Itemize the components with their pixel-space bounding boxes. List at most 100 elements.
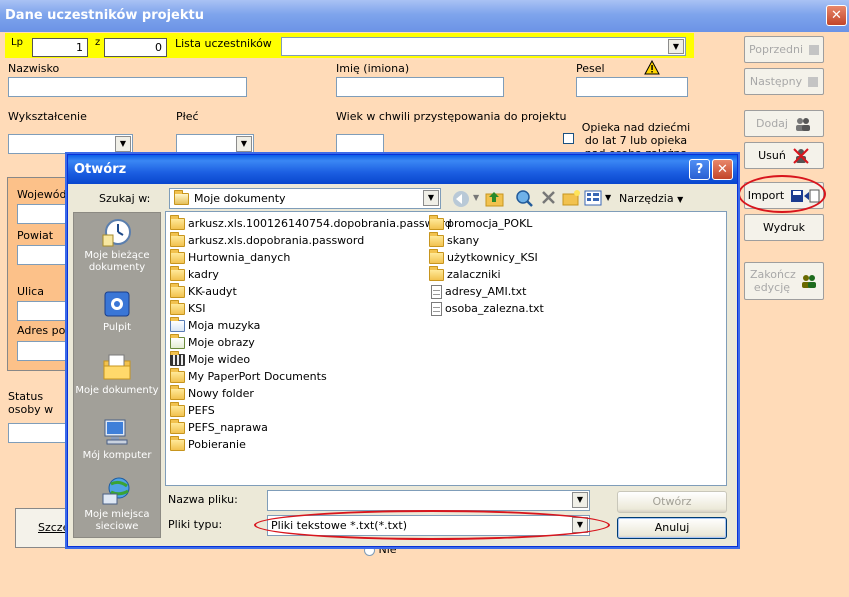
place-recent[interactable]: Moje bieżące dokumenty bbox=[74, 217, 160, 274]
first-name-label: Imię (imiona) bbox=[336, 62, 410, 75]
network-icon bbox=[102, 477, 130, 505]
file-name: My PaperPort Documents bbox=[188, 370, 327, 383]
z-input[interactable]: 0 bbox=[104, 38, 167, 57]
close-icon: ✕ bbox=[717, 162, 728, 177]
age-input[interactable] bbox=[336, 134, 384, 154]
care-checkbox[interactable] bbox=[563, 133, 574, 144]
delete-icon[interactable] bbox=[541, 190, 556, 205]
file-name: PEFS bbox=[188, 404, 215, 417]
list-item[interactable]: adresy_AMI.txt bbox=[431, 283, 526, 300]
filetype-label: Pliki typu: bbox=[168, 518, 223, 531]
list-item[interactable]: zalaczniki bbox=[429, 265, 501, 283]
gender-combo[interactable]: ▼ bbox=[176, 134, 254, 154]
education-label: Wykształcenie bbox=[8, 110, 87, 123]
file-name: Pobieranie bbox=[188, 438, 246, 451]
list-item[interactable]: PEFS bbox=[170, 401, 215, 419]
place-desktop[interactable]: Pulpit bbox=[74, 289, 160, 334]
list-item[interactable]: Moje wideo bbox=[170, 350, 250, 368]
stop-square-icon bbox=[809, 44, 820, 55]
dialog-close-button[interactable]: ✕ bbox=[712, 159, 733, 180]
help-icon: ? bbox=[695, 162, 704, 177]
warning-icon bbox=[644, 60, 660, 75]
list-item[interactable]: skany bbox=[429, 231, 479, 249]
pictures-folder-icon bbox=[170, 333, 185, 349]
place-my-computer[interactable]: Mój komputer bbox=[74, 417, 160, 462]
status-input[interactable] bbox=[8, 423, 68, 443]
folder-icon bbox=[429, 214, 444, 230]
look-in-combo[interactable]: Moje dokumenty ▼ bbox=[169, 188, 441, 209]
filename-label: Nazwa pliku: bbox=[168, 493, 238, 506]
list-item[interactable]: promocja_POKL bbox=[429, 214, 532, 232]
folder-icon bbox=[170, 384, 185, 400]
chevron-down-icon[interactable]: ▼ bbox=[236, 136, 252, 152]
users-icon bbox=[802, 275, 816, 288]
new-folder-icon[interactable] bbox=[562, 189, 581, 207]
county-label: Powiat bbox=[17, 229, 54, 242]
up-folder-icon[interactable] bbox=[485, 189, 505, 208]
list-item[interactable]: PEFS_naprawa bbox=[170, 418, 268, 436]
window-close-button[interactable]: ✕ bbox=[826, 5, 847, 26]
search-web-icon[interactable] bbox=[515, 189, 533, 208]
back-dropdown-icon[interactable]: ▼ bbox=[473, 193, 479, 202]
print-label: Wydruk bbox=[762, 221, 806, 234]
look-in-label: Szukaj w: bbox=[99, 192, 151, 205]
finish-edit-button[interactable]: Zakończ edycję bbox=[744, 262, 824, 300]
recent-documents-icon bbox=[102, 219, 131, 247]
list-item[interactable]: My PaperPort Documents bbox=[170, 367, 327, 385]
previous-button[interactable]: Poprzedni bbox=[744, 36, 824, 63]
list-item[interactable]: Hurtownia_danych bbox=[170, 248, 290, 266]
place-my-computer-label: Mój komputer bbox=[82, 450, 152, 461]
delete-button[interactable]: Usuń bbox=[744, 142, 824, 169]
file-name: Moja muzyka bbox=[188, 319, 261, 332]
delete-label: Usuń bbox=[758, 149, 786, 162]
views-dropdown-icon[interactable]: ▼ bbox=[605, 193, 611, 202]
folder-icon bbox=[170, 282, 185, 298]
add-button[interactable]: Dodaj bbox=[744, 110, 824, 137]
lp-input[interactable]: 1 bbox=[32, 38, 88, 57]
tools-menu[interactable]: Narzędzia ▼ bbox=[619, 192, 683, 205]
list-item[interactable]: KK-audyt bbox=[170, 282, 237, 300]
help-button[interactable]: ? bbox=[689, 159, 710, 180]
text-file-icon bbox=[431, 301, 442, 316]
first-name-input[interactable] bbox=[336, 77, 504, 97]
list-item[interactable]: Moje obrazy bbox=[170, 333, 255, 351]
places-bar: Moje bieżące dokumenty Pulpit Moje dokum… bbox=[73, 212, 161, 538]
list-item[interactable]: Moja muzyka bbox=[170, 316, 261, 334]
list-item[interactable]: arkusz.xls.100126140754.dopobrania.passw… bbox=[170, 214, 452, 232]
file-name: zalaczniki bbox=[447, 268, 501, 281]
list-item[interactable]: KSI bbox=[170, 299, 205, 317]
place-my-documents[interactable]: Moje dokumenty bbox=[74, 352, 160, 397]
chevron-down-icon[interactable]: ▼ bbox=[668, 39, 684, 54]
views-icon[interactable] bbox=[584, 190, 602, 206]
list-item[interactable]: arkusz.xls.dopobrania.password bbox=[170, 231, 364, 249]
surname-input[interactable] bbox=[8, 77, 247, 97]
back-icon[interactable] bbox=[452, 190, 470, 208]
list-item[interactable]: Pobieranie bbox=[170, 435, 246, 453]
desktop-icon bbox=[104, 291, 130, 317]
open-dialog: Otwórz ? ✕ Szukaj w: Moje dokumenty ▼ ▼ … bbox=[67, 154, 738, 547]
list-item[interactable]: użytkownicy_KSI bbox=[429, 248, 538, 266]
open-button[interactable]: Otwórz bbox=[617, 491, 727, 513]
list-item[interactable]: kadry bbox=[170, 265, 219, 283]
education-combo[interactable]: ▼ bbox=[8, 134, 133, 154]
file-name: Moje obrazy bbox=[188, 336, 255, 349]
filename-input[interactable]: ▼ bbox=[267, 490, 590, 511]
list-item[interactable]: osoba_zalezna.txt bbox=[431, 300, 544, 317]
details-button[interactable]: Szczegóły bbox=[15, 508, 93, 548]
chevron-down-icon[interactable]: ▼ bbox=[115, 136, 131, 152]
chevron-down-icon[interactable]: ▼ bbox=[572, 492, 588, 508]
cancel-button[interactable]: Anuluj bbox=[617, 517, 727, 539]
place-network[interactable]: Moje miejsca sieciowe bbox=[74, 476, 160, 533]
look-in-value: Moje dokumenty bbox=[194, 192, 286, 205]
pesel-input[interactable] bbox=[576, 77, 688, 97]
list-item[interactable]: Nowy folder bbox=[170, 384, 254, 402]
next-label: Następny bbox=[749, 75, 803, 88]
next-button[interactable]: Następny bbox=[744, 68, 824, 95]
users-icon bbox=[795, 117, 810, 131]
participant-list-combo[interactable]: ▼ bbox=[281, 37, 686, 56]
folder-icon bbox=[170, 248, 185, 264]
folder-icon bbox=[429, 231, 444, 247]
print-button[interactable]: Wydruk bbox=[744, 214, 824, 241]
file-list: arkusz.xls.100126140754.dopobrania.passw… bbox=[165, 211, 727, 486]
chevron-down-icon[interactable]: ▼ bbox=[423, 190, 439, 206]
